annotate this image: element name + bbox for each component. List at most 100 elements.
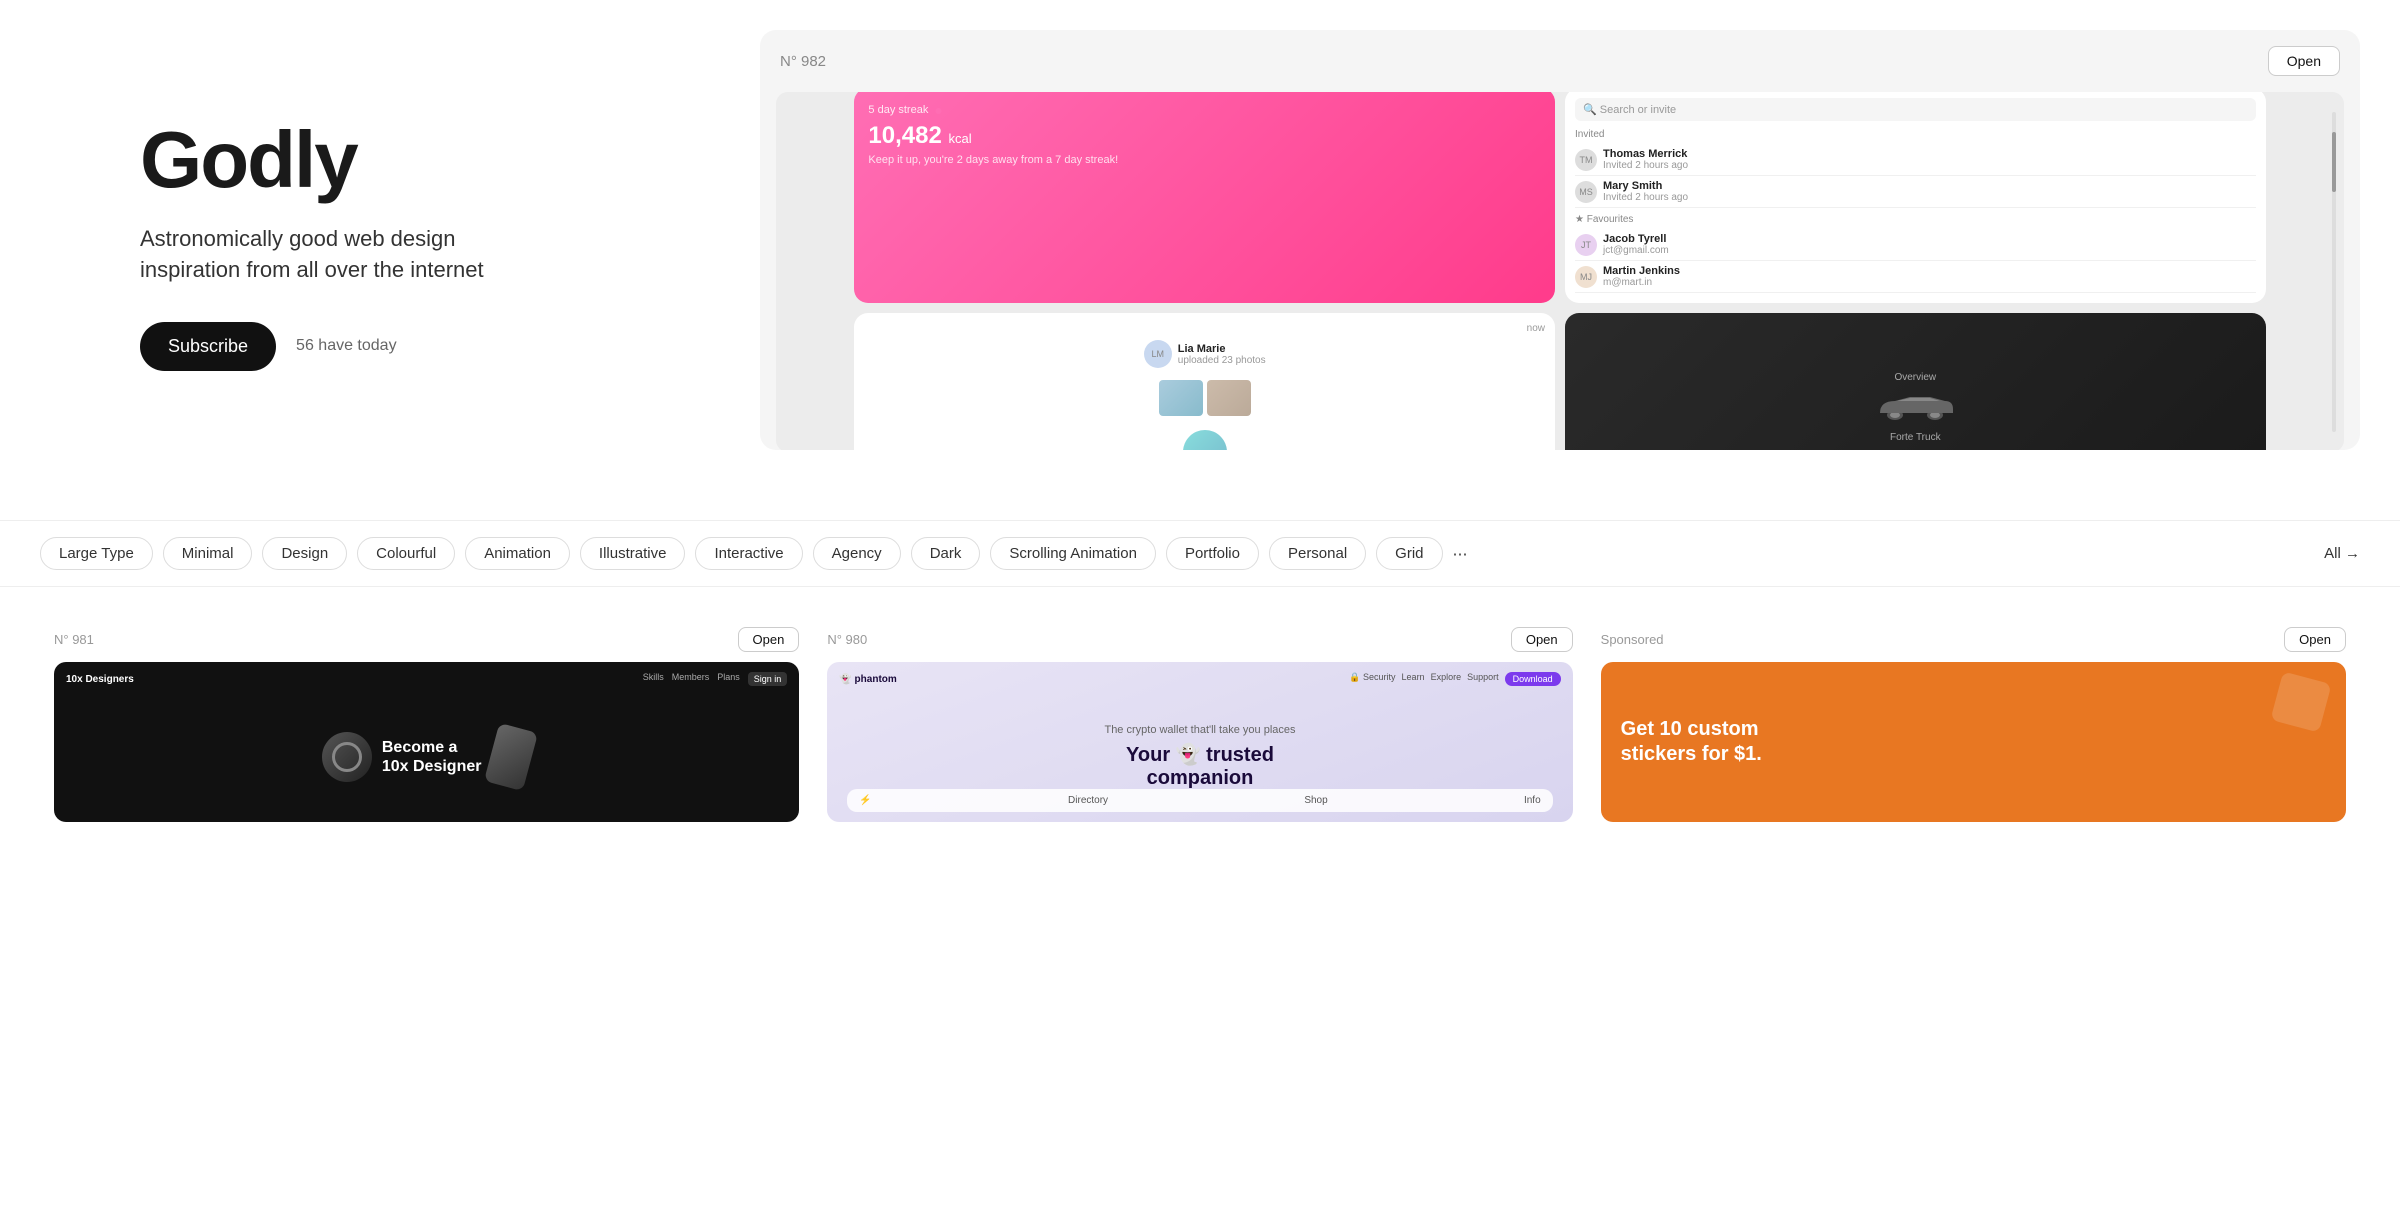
featured-card-header: N° 982 Open [760,30,2360,92]
card-sponsored-header: Sponsored Open [1601,627,2346,652]
phantom-bottom-shop: Shop [1304,795,1327,806]
phantom-nav-learn: Learn [1402,672,1425,686]
card-981-open-button[interactable]: Open [738,627,800,652]
mock-lia-info: Lia Marie uploaded 23 photos [1178,343,1266,366]
mock-avatar-1: TM [1575,149,1597,171]
filter-tag-animation[interactable]: Animation [465,537,570,570]
filter-bar: Large Type Minimal Design Colourful Anim… [0,520,2400,587]
card-981-logo: 10x Designers [66,674,134,685]
mock-user-info-1: Thomas Merrick Invited 2 hours ago [1603,148,2256,171]
filter-tag-colourful[interactable]: Colourful [357,537,455,570]
filter-tag-illustrative[interactable]: Illustrative [580,537,686,570]
cards-grid: N° 981 Open 10x Designers Skills Members… [0,587,2400,862]
mock-lia-avatar: LM [1144,340,1172,368]
featured-content: Some of our work. 5 day streak ● 10,482 … [776,92,2344,450]
mock-ui-grid: 5 day streak ● 10,482 kcal Keep it up, y… [854,92,2265,450]
nav-plans: Plans [717,672,740,686]
card-980-open-button[interactable]: Open [1511,627,1573,652]
hero-actions: Subscribe 56 have today [140,322,700,371]
mock-streak-label: 5 day streak ● [868,102,1541,118]
scrollbar-track [2332,112,2336,432]
mock-search: 🔍 Search or invite [1575,98,2256,121]
mock-photo-2 [1207,380,1251,416]
card-981-thumb: 10x Designers Skills Members Plans Sign … [54,662,799,822]
sticker-deco-1 [2270,671,2331,732]
filter-tag-personal[interactable]: Personal [1269,537,1366,570]
filter-tag-minimal[interactable]: Minimal [163,537,253,570]
filter-tag-agency[interactable]: Agency [813,537,901,570]
mock-invite-card: 🔍 Search or invite Invited TM Thomas Mer… [1565,92,2266,303]
phantom-bottom-info: Info [1524,795,1541,806]
subscribe-count: 56 have today [296,337,397,355]
mock-favourites-label: ★ Favourites [1575,214,2256,225]
mock-invited-label: Invited [1575,129,2256,140]
shape-2 [484,723,538,791]
phantom-nav-support: Support [1467,672,1499,686]
scrollbar-thumb [2332,132,2336,192]
filter-tag-scrolling-animation[interactable]: Scrolling Animation [990,537,1156,570]
card-981-main-text: Become a 10x Designer [382,738,482,775]
card-item-981: N° 981 Open 10x Designers Skills Members… [40,617,813,832]
filter-tag-design[interactable]: Design [262,537,347,570]
card-981-number: N° 981 [54,632,94,647]
phantom-nav: 👻 phantom 🔒 Security Learn Explore Suppo… [827,672,1572,686]
mock-car-label: Forte Truck [1875,432,1955,443]
phantom-main-text: Your 👻 trusted [1104,742,1295,767]
mock-user-row-3: JT Jacob Tyrell jct@gmail.com [1575,229,2256,261]
mock-ui: Some of our work. 5 day streak ● 10,482 … [776,92,2344,450]
card-981-text-line1: Become a [382,738,482,757]
filter-tag-grid[interactable]: Grid [1376,537,1442,570]
phantom-main-text2: companion [1104,767,1295,790]
phantom-bottom-directory: Directory [1068,795,1108,806]
mock-avatar-4: MJ [1575,266,1597,288]
phantom-bottom-nav: ⚡ Directory Shop Info [847,789,1552,812]
card-980-thumb: 👻 phantom 🔒 Security Learn Explore Suppo… [827,662,1572,822]
phantom-download: Download [1505,672,1561,686]
mock-user-row-4: MJ Martin Jenkins m@mart.in [1575,261,2256,293]
filter-tag-interactive[interactable]: Interactive [695,537,802,570]
featured-number: N° 982 [780,53,826,70]
featured-open-button[interactable]: Open [2268,46,2340,76]
mock-user-info-3: Jacob Tyrell jct@gmail.com [1603,233,2256,256]
phantom-nav-explore: Explore [1431,672,1462,686]
filter-all-button[interactable]: All → [2324,545,2360,562]
hero-section: Godly Astronomically good web design ins… [0,0,2400,520]
mock-photo-1 [1159,380,1203,416]
card-981-nav: 10x Designers Skills Members Plans Sign … [54,672,799,686]
mock-car-container: Overview [1565,313,2266,450]
mock-profile-card: now LM Lia Marie uploaded 23 photos [854,313,1555,450]
card-sponsored-number: Sponsored [1601,632,1664,647]
card-980-header: N° 980 Open [827,627,1572,652]
card-981-shapes: Become a 10x Designer [322,727,532,787]
hero-subtitle: Astronomically good web design inspirati… [140,224,560,286]
mock-avatar-2: MS [1575,181,1597,203]
nav-signin: Sign in [748,672,788,686]
mock-kcal: 10,482 kcal [868,122,1541,150]
car-icon [1875,391,1955,421]
shape-1 [322,732,372,782]
mock-user-info-2: Mary Smith Invited 2 hours ago [1603,180,2256,203]
hero-right: N° 982 Open Some of our work. 5 day stre… [760,0,2400,480]
sticker-decorations [2276,677,2326,727]
card-sponsored-thumb: Get 10 customstickers for $1. [1601,662,2346,822]
mock-avatar-3: JT [1575,234,1597,256]
card-item-sponsored: Sponsored Open Get 10 customstickers for… [1587,617,2360,832]
card-981-text-line2: 10x Designer [382,758,482,776]
phantom-bottom-lightning: ⚡ [859,795,871,806]
filter-tag-portfolio[interactable]: Portfolio [1166,537,1259,570]
card-sponsored-open-button[interactable]: Open [2284,627,2346,652]
card-981-header: N° 981 Open [54,627,799,652]
mock-car-card: Overview [1565,313,2266,450]
phantom-subtitle: The crypto wallet that'll take you place… [1104,724,1295,736]
phantom-nav-links: 🔒 Security Learn Explore Support Downloa… [1349,672,1560,686]
shape-inner-1 [332,742,362,772]
mock-overview-label: Overview [1875,372,1955,383]
card-980-number: N° 980 [827,632,867,647]
mock-user-row: TM Thomas Merrick Invited 2 hours ago [1575,144,2256,176]
mock-car-content: Overview [1875,372,1955,443]
mock-photo-grid [1159,380,1251,416]
subscribe-button[interactable]: Subscribe [140,322,276,371]
filter-ellipsis: ⋯ [1453,545,1468,563]
filter-tag-dark[interactable]: Dark [911,537,981,570]
filter-tag-large-type[interactable]: Large Type [40,537,153,570]
